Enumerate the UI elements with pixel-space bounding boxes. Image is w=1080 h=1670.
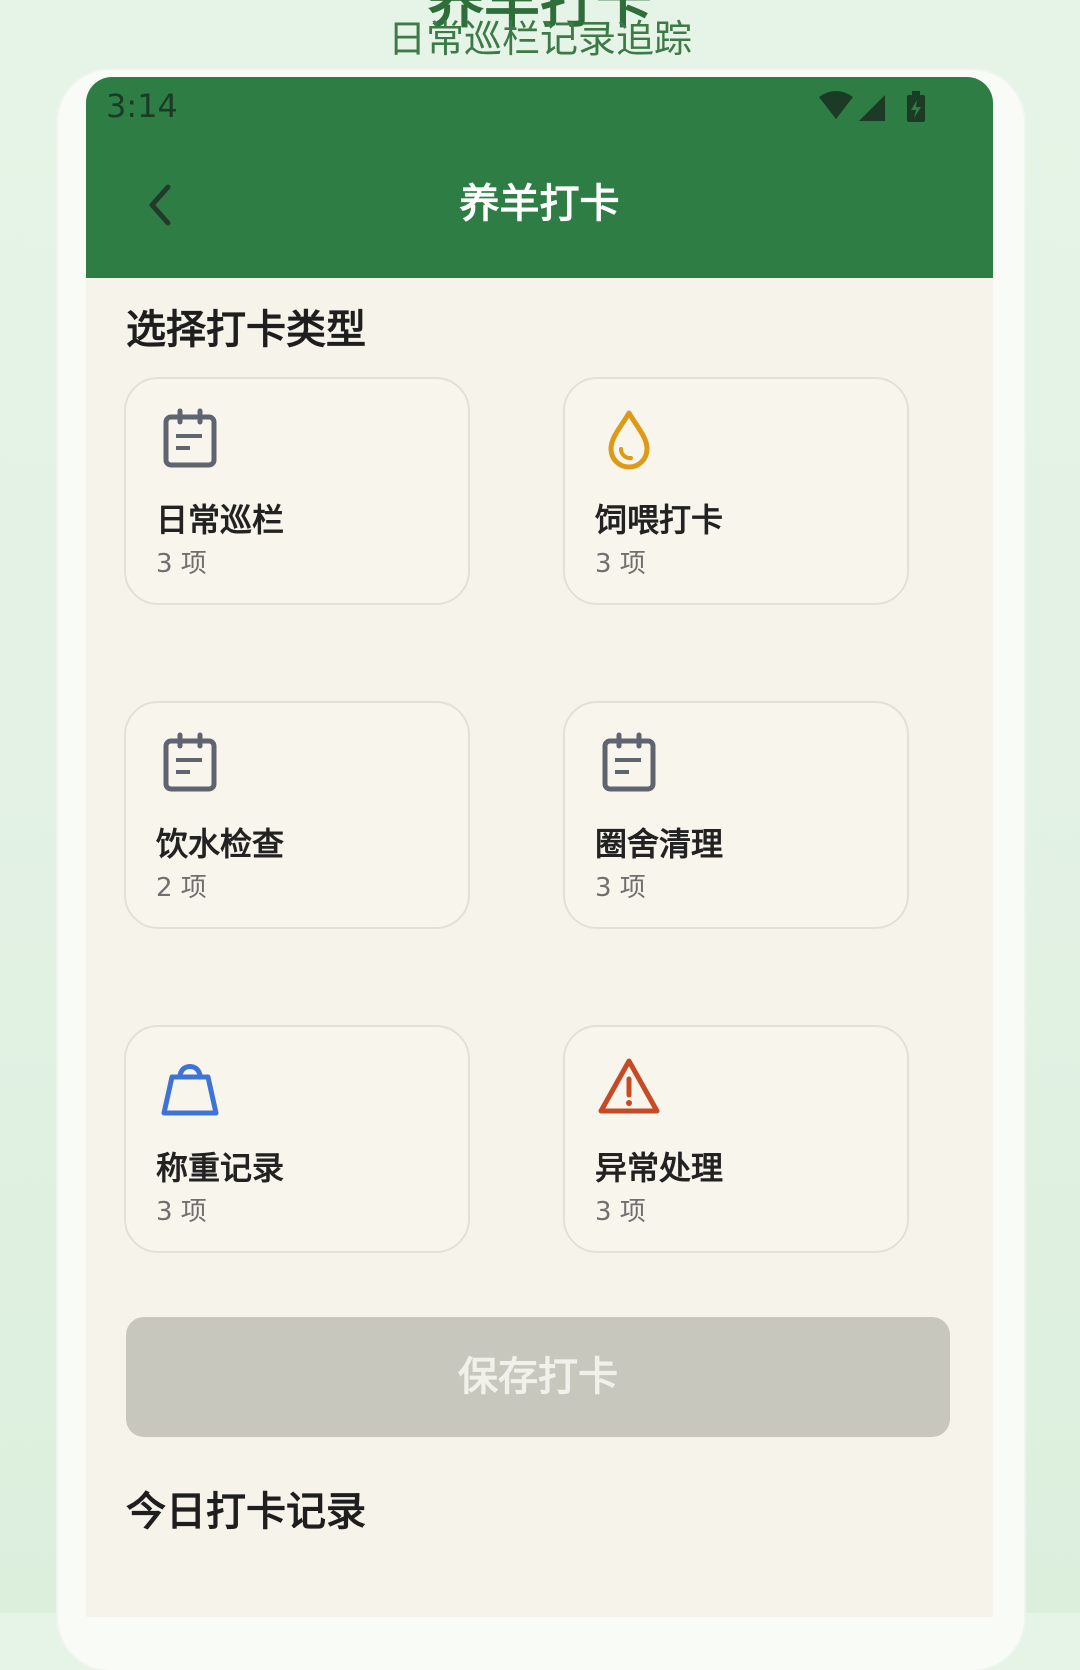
bag-icon [161,1064,219,1116]
card-label: 异常处理 [595,1149,724,1187]
battery-charging-icon [907,91,925,122]
checkin-type-card-exception[interactable]: 异常处理 3 项 [563,1025,909,1253]
app-title: 养羊打卡 [459,181,620,227]
status-icons [819,91,925,122]
clipboard-icon [602,732,656,792]
app-screen: 3:14 养羊打卡 选择打卡类型 日常巡栏 3 项 饲喂打卡 3 项 饮水检查 … [86,77,993,1617]
warning-icon [598,1058,660,1114]
card-label: 饮水检查 [156,825,285,863]
card-count: 3 项 [595,873,646,903]
checkin-type-card-water-check[interactable]: 饮水检查 2 项 [124,701,470,929]
card-label: 圈舍清理 [595,825,724,863]
card-count: 3 项 [156,1197,207,1227]
checkin-type-card-daily-patrol[interactable]: 日常巡栏 3 项 [124,377,470,605]
app-bar: 3:14 养羊打卡 [86,77,993,278]
checkin-type-card-weighing[interactable]: 称重记录 3 项 [124,1025,470,1253]
droplet-icon [608,410,650,470]
card-count: 3 项 [156,549,207,579]
checkin-type-card-feeding[interactable]: 饲喂打卡 3 项 [563,377,909,605]
promo-subheading: 日常巡栏记录追踪 [387,17,692,61]
clipboard-icon [163,732,217,792]
clipboard-icon [163,408,217,468]
card-count: 2 项 [156,873,207,903]
section-title-today-records: 今日打卡记录 [126,1489,366,1535]
card-count: 3 项 [595,1197,646,1227]
card-label: 饲喂打卡 [595,501,724,539]
card-count: 3 项 [595,549,646,579]
checkin-type-card-pen-cleaning[interactable]: 圈舍清理 3 项 [563,701,909,929]
wifi-icon [819,91,853,119]
card-label: 称重记录 [156,1149,285,1187]
status-time: 3:14 [106,87,178,125]
cellular-signal-icon [859,95,885,121]
card-label: 日常巡栏 [156,501,285,539]
section-title-choose-type: 选择打卡类型 [126,307,366,353]
save-checkin-button[interactable]: 保存打卡 [126,1317,950,1437]
